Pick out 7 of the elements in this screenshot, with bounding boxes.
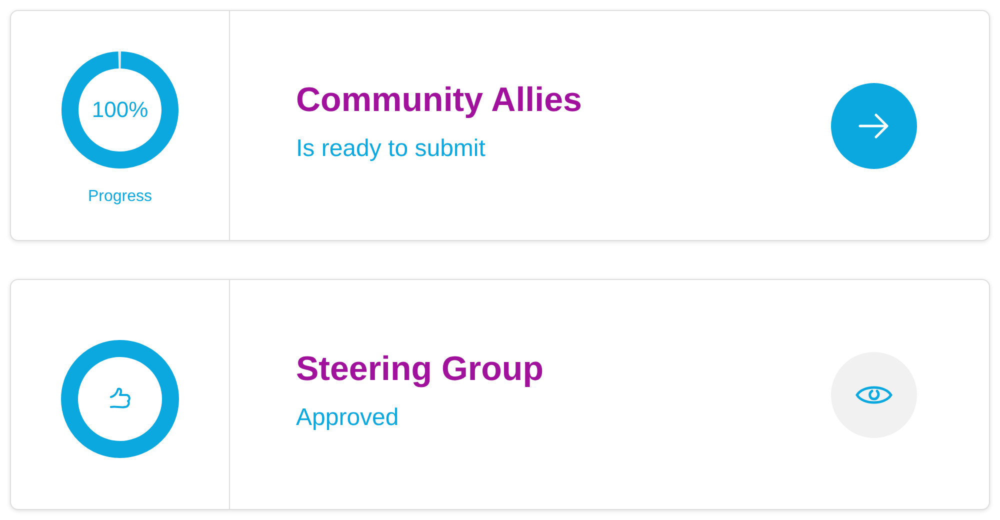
progress-percent: 100%	[92, 96, 148, 124]
card-title: Community Allies	[296, 82, 583, 116]
arrow-right-icon	[858, 112, 890, 140]
progress-label: Progress	[88, 186, 152, 206]
card-status: Is ready to submit	[296, 136, 486, 160]
card-title: Steering Group	[296, 352, 544, 386]
card-status: Approved	[296, 406, 400, 430]
